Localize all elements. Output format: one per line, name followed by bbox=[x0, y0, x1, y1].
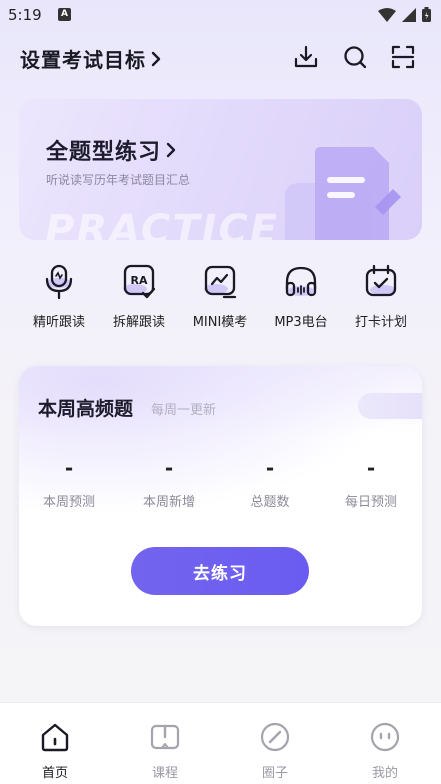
action-label: 精听跟读 bbox=[32, 315, 85, 330]
system-icons bbox=[378, 7, 431, 22]
practice-watermark: PRACTICE bbox=[45, 207, 280, 240]
action-label: 拆解跟读 bbox=[112, 315, 165, 330]
go-practice-button[interactable]: 去练习 bbox=[131, 547, 309, 595]
practice-title: 全题型练习 bbox=[46, 140, 162, 165]
action-breakdown-reading[interactable]: RA 拆解跟读 bbox=[99, 262, 179, 330]
weekly-hot-questions-card: 本周高频题 每周一更新 - 本周预测 - 本周新增 - 总题数 - 每日预测 去… bbox=[19, 366, 422, 626]
stat-value: - bbox=[64, 456, 74, 480]
course-book-icon bbox=[149, 721, 181, 753]
top-header: 设置考试目标 bbox=[0, 36, 441, 80]
stat-label: 每日预测 bbox=[344, 495, 397, 510]
bottom-nav: 首页 课程 圈子 我的 bbox=[0, 702, 441, 784]
search-icon[interactable] bbox=[340, 42, 370, 72]
action-label: MP3电台 bbox=[274, 315, 328, 330]
action-checkin-plan[interactable]: 打卡计划 bbox=[341, 262, 421, 330]
practice-subtitle: 听说读写历年考试题目汇总 bbox=[46, 173, 191, 187]
tab-home[interactable]: 首页 bbox=[0, 703, 110, 784]
weekly-subtitle: 每周一更新 bbox=[151, 403, 217, 418]
stat-label: 本周预测 bbox=[42, 495, 95, 510]
home-icon bbox=[39, 721, 71, 753]
stat-weekly-prediction: - 本周预测 bbox=[19, 456, 119, 510]
action-mini-mock[interactable]: MINI模考 bbox=[180, 262, 260, 330]
stat-daily-prediction: - 每日预测 bbox=[321, 456, 421, 510]
weekly-title: 本周高频题 bbox=[38, 398, 134, 420]
stat-value: - bbox=[164, 456, 174, 480]
wifi-icon bbox=[378, 7, 396, 22]
tab-community[interactable]: 圈子 bbox=[220, 703, 330, 784]
action-intensive-listening[interactable]: 精听跟读 bbox=[19, 262, 99, 330]
battery-icon bbox=[422, 7, 431, 22]
signal-icon bbox=[402, 7, 416, 22]
full-practice-card[interactable]: 全题型练习 听说读写历年考试题目汇总 PRACTICE bbox=[19, 99, 422, 240]
action-mp3-radio[interactable]: MP3电台 bbox=[261, 262, 341, 330]
ra-icon: RA bbox=[119, 262, 159, 302]
notification-icon: A bbox=[58, 8, 71, 21]
practice-title-link[interactable]: 全题型练习 bbox=[46, 134, 177, 166]
tab-profile[interactable]: 我的 bbox=[330, 703, 440, 784]
ra-icon-text: RA bbox=[131, 274, 148, 287]
stat-value: - bbox=[366, 456, 376, 480]
scan-icon[interactable] bbox=[388, 42, 418, 72]
compass-icon bbox=[259, 721, 291, 753]
headphones-icon bbox=[281, 262, 321, 302]
tab-label: 我的 bbox=[371, 766, 398, 781]
exam-goal-label: 设置考试目标 bbox=[20, 48, 146, 72]
chevron-right-icon bbox=[166, 142, 176, 158]
decorative-pill bbox=[358, 393, 422, 419]
tab-label: 课程 bbox=[151, 766, 178, 781]
set-exam-goal-link[interactable]: 设置考试目标 bbox=[20, 44, 162, 73]
microphone-icon bbox=[39, 262, 79, 302]
stat-weekly-new: - 本周新增 bbox=[119, 456, 219, 510]
stat-value: - bbox=[265, 456, 275, 480]
tab-courses[interactable]: 课程 bbox=[110, 703, 220, 784]
download-icon[interactable] bbox=[291, 42, 321, 72]
document-illustration-icon bbox=[285, 147, 401, 240]
tab-label: 首页 bbox=[41, 766, 68, 781]
mock-exam-icon bbox=[200, 262, 240, 302]
stat-label: 本周新增 bbox=[142, 495, 195, 510]
status-time: 5:19 bbox=[8, 6, 42, 24]
status-bar: 5:19 A bbox=[0, 0, 441, 30]
quick-actions: 精听跟读 RA 拆解跟读 MINI模考 MP3电台 打卡计划 bbox=[0, 262, 441, 342]
stat-label: 总题数 bbox=[250, 495, 290, 510]
action-label: MINI模考 bbox=[192, 315, 248, 330]
chevron-right-icon bbox=[151, 51, 161, 66]
calendar-check-icon bbox=[361, 262, 401, 302]
tab-label: 圈子 bbox=[261, 766, 288, 781]
action-label: 打卡计划 bbox=[354, 315, 407, 330]
stat-total-questions: - 总题数 bbox=[220, 456, 320, 510]
profile-face-icon bbox=[369, 721, 401, 753]
